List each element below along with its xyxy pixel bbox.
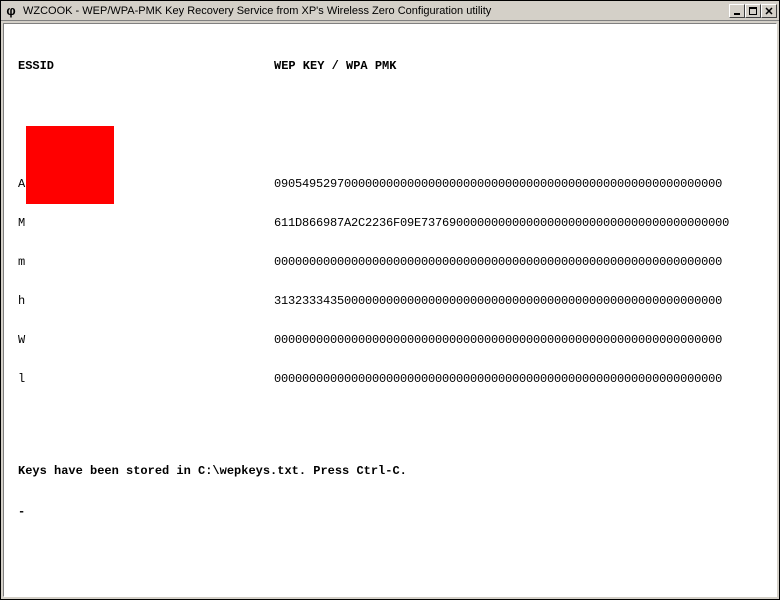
table-row: h313233343500000000000000000000000000000…	[18, 295, 768, 308]
key-cell: 0905495297000000000000000000000000000000…	[274, 178, 722, 191]
key-cell: 611D866987A2C2236F09E7376900000000000000…	[274, 217, 729, 230]
table-row: W000000000000000000000000000000000000000…	[18, 334, 768, 347]
close-button[interactable]	[761, 4, 777, 18]
window-title: WZCOOK - WEP/WPA-PMK Key Recovery Servic…	[23, 5, 729, 17]
console-output: ESSIDWEP KEY / WPA PMK A0905495297000000…	[3, 23, 777, 597]
application-window: φ WZCOOK - WEP/WPA-PMK Key Recovery Serv…	[0, 0, 780, 600]
column-headers: ESSIDWEP KEY / WPA PMK	[18, 60, 768, 73]
app-icon: φ	[3, 3, 19, 19]
essid-cell: M	[18, 217, 274, 230]
key-cell: 0000000000000000000000000000000000000000…	[274, 373, 722, 386]
maximize-button[interactable]	[745, 4, 761, 18]
essid-cell: W	[18, 334, 274, 347]
key-cell: 3132333435000000000000000000000000000000…	[274, 295, 722, 308]
window-controls	[729, 4, 777, 18]
minimize-button[interactable]	[729, 4, 745, 18]
titlebar: φ WZCOOK - WEP/WPA-PMK Key Recovery Serv…	[1, 1, 779, 21]
table-row: A090549529700000000000000000000000000000…	[18, 178, 768, 191]
table-row: M611D866987A2C2236F09E737690000000000000…	[18, 217, 768, 230]
table-row: m000000000000000000000000000000000000000…	[18, 256, 768, 269]
data-rows: A090549529700000000000000000000000000000…	[18, 126, 768, 412]
header-key: WEP KEY / WPA PMK	[274, 60, 396, 73]
header-essid: ESSID	[18, 60, 274, 73]
essid-cell: l	[18, 373, 274, 386]
key-cell: 0000000000000000000000000000000000000000…	[274, 334, 722, 347]
cursor-indicator: -	[18, 506, 768, 519]
essid-cell: m	[18, 256, 274, 269]
essid-cell: h	[18, 295, 274, 308]
status-message: Keys have been stored in C:\wepkeys.txt.…	[18, 465, 768, 478]
redaction-block	[26, 126, 114, 204]
table-row: l000000000000000000000000000000000000000…	[18, 373, 768, 386]
key-cell: 0000000000000000000000000000000000000000…	[274, 256, 722, 269]
